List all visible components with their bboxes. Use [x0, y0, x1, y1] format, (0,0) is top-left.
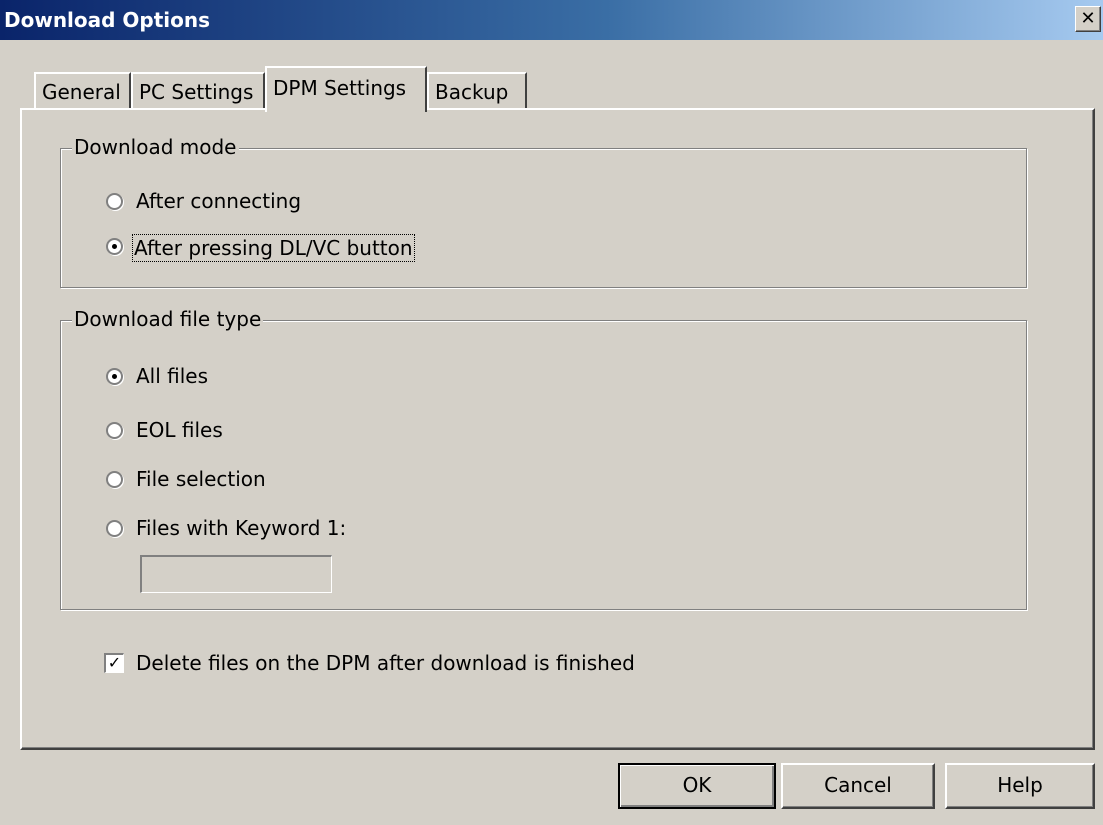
delete-files-label[interactable]: Delete files on the DPM after download i… — [136, 651, 635, 675]
ok-button[interactable]: OK — [618, 763, 776, 809]
download-mode-label: Download mode — [72, 135, 239, 159]
tab-general[interactable]: General — [34, 72, 131, 110]
tab-label: Backup — [435, 80, 509, 104]
radio-eol-files[interactable] — [106, 422, 123, 439]
option-file-selection-label[interactable]: File selection — [136, 467, 266, 491]
option-files-with-keyword-label[interactable]: Files with Keyword 1: — [136, 516, 346, 540]
cancel-button[interactable]: Cancel — [781, 763, 935, 809]
option-all-files-label[interactable]: All files — [136, 364, 208, 388]
tab-dpm-settings[interactable]: DPM Settings — [265, 66, 427, 112]
radio-all-files[interactable] — [106, 368, 123, 385]
tab-label: General — [42, 80, 121, 104]
close-button[interactable]: ✕ — [1075, 6, 1101, 32]
tab-backup[interactable]: Backup — [427, 72, 527, 110]
option-after-pressing-label[interactable]: After pressing DL/VC button — [132, 234, 415, 262]
download-file-type-label: Download file type — [72, 307, 264, 331]
download-mode-group — [60, 148, 1027, 288]
close-icon: ✕ — [1080, 8, 1096, 29]
radio-file-selection[interactable] — [106, 471, 123, 488]
tab-label: DPM Settings — [273, 76, 407, 100]
tab-pc-settings[interactable]: PC Settings — [131, 72, 265, 110]
radio-after-pressing-button[interactable] — [106, 238, 123, 255]
tab-label: PC Settings — [139, 80, 254, 104]
check-icon: ✓ — [107, 653, 122, 672]
radio-files-with-keyword[interactable] — [106, 520, 123, 537]
help-button[interactable]: Help — [945, 763, 1095, 809]
window-title: Download Options — [4, 8, 211, 32]
title-bar: Download Options ✕ — [0, 0, 1103, 40]
radio-after-connecting[interactable] — [106, 193, 123, 210]
option-eol-files-label[interactable]: EOL files — [136, 418, 223, 442]
option-after-connecting-label[interactable]: After connecting — [136, 189, 301, 213]
keyword-input[interactable] — [140, 555, 332, 593]
delete-files-checkbox[interactable]: ✓ — [104, 653, 124, 673]
